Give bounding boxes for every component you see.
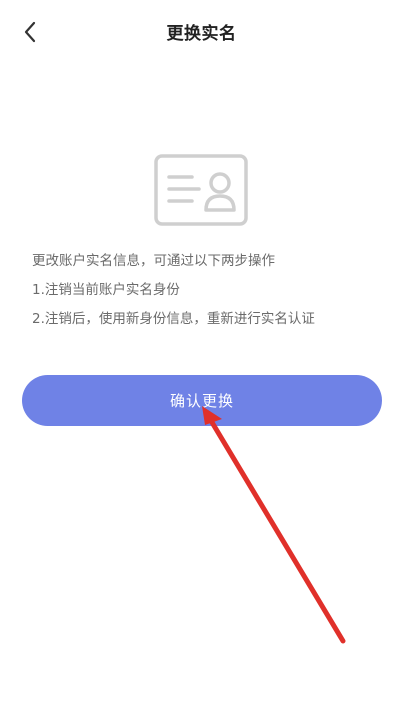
header-bar: 更换实名 [0,0,403,62]
instruction-intro: 更改账户实名信息，可通过以下两步操作 [32,253,275,269]
instruction-step-1: 1.注销当前账户实名身份 [32,282,180,298]
instructions: 更改账户实名信息，可通过以下两步操作 1.注销当前账户实名身份 2.注销后，使用… [32,251,382,338]
id-card-icon [154,154,248,226]
instruction-step-2: 2.注销后，使用新身份信息，重新进行实名认证 [32,311,315,327]
id-card-illustration [154,154,248,230]
page-title: 更换实名 [166,24,237,44]
annotation-arrow [202,406,346,644]
confirm-change-button[interactable]: 确认更换 [22,375,382,426]
